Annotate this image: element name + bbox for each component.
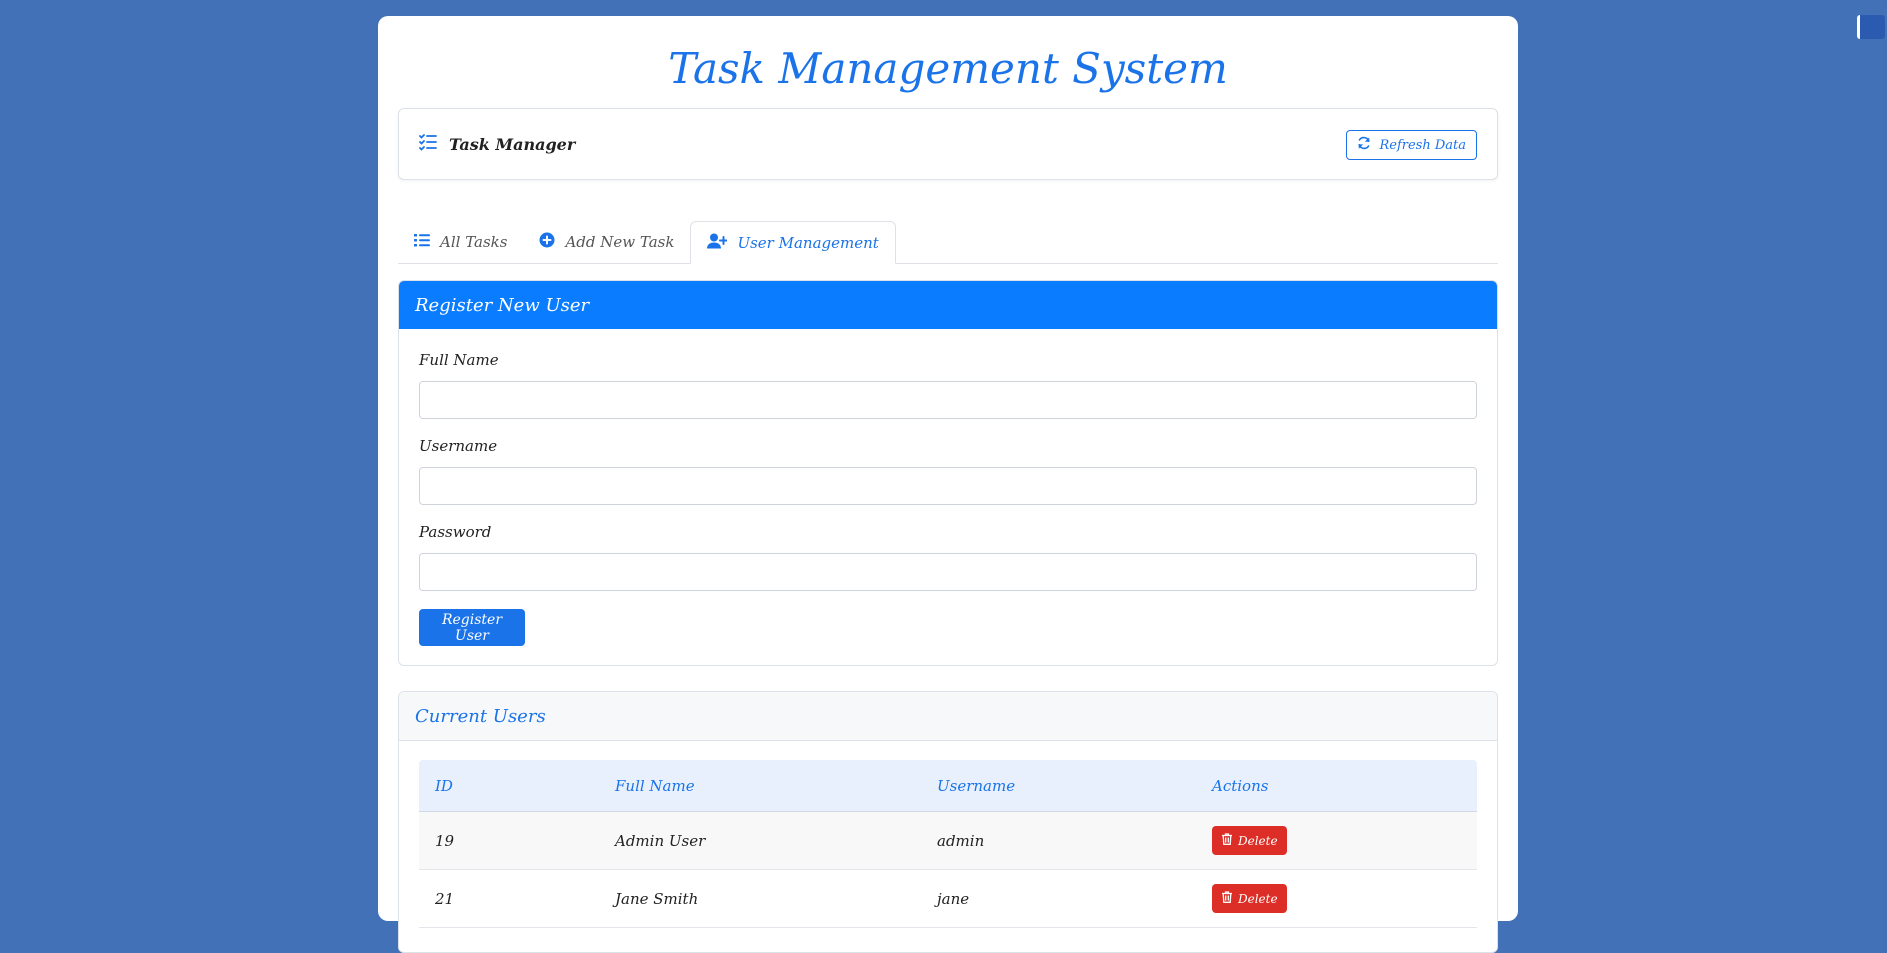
refresh-label: Refresh Data: [1379, 137, 1466, 153]
trash-icon: [1221, 891, 1233, 906]
trash-icon: [1221, 833, 1233, 848]
user-username-cell: jane: [921, 869, 1196, 928]
password-input[interactable]: [419, 553, 1477, 591]
navbar: Task Manager Refresh Data: [398, 108, 1498, 180]
page-title: Task Management System: [668, 44, 1228, 93]
user-full-name-cell: Jane Smith: [599, 869, 921, 928]
user-id-cell: 19: [419, 811, 599, 870]
tab-bar: All Tasks Add New Task User Management: [398, 206, 1498, 264]
tab-label: All Tasks: [440, 233, 508, 251]
register-user-button[interactable]: Register User: [419, 609, 525, 646]
navbar-brand[interactable]: Task Manager: [419, 133, 575, 155]
column-header-id: ID: [419, 760, 599, 812]
tasks-list-icon: [419, 133, 437, 155]
tab-label: User Management: [737, 233, 879, 252]
list-icon: [414, 232, 430, 252]
user-id-cell: 21: [419, 869, 599, 928]
main-card: Task Management System Task Manager Refr…: [378, 16, 1518, 953]
user-actions-cell: Delete: [1196, 869, 1477, 928]
table-row: 21 Jane Smith jane Delete: [419, 869, 1477, 928]
username-input[interactable]: [419, 467, 1477, 505]
current-users-card: Current Users ID Full Name Username Acti…: [398, 691, 1498, 953]
refresh-icon: [1357, 136, 1371, 154]
delete-label: Delete: [1238, 891, 1278, 906]
register-user-card: Register New User Full Name Username Pas…: [398, 280, 1498, 666]
table-header-row: ID Full Name Username Actions: [419, 760, 1477, 812]
username-label: Username: [419, 437, 498, 455]
delete-label: Delete: [1238, 833, 1278, 848]
refresh-data-button[interactable]: Refresh Data: [1346, 130, 1477, 160]
column-header-actions: Actions: [1196, 760, 1477, 812]
user-full-name-cell: Admin User: [599, 811, 921, 870]
delete-user-button[interactable]: Delete: [1212, 826, 1287, 855]
tab-label: Add New Task: [565, 233, 675, 251]
column-header-username: Username: [921, 760, 1196, 812]
table-row: 19 Admin User admin Delete: [419, 811, 1477, 870]
register-card-header: Register New User: [399, 281, 1497, 329]
column-header-full-name: Full Name: [599, 760, 921, 812]
user-plus-icon: [707, 233, 729, 253]
user-username-cell: admin: [921, 811, 1196, 870]
plus-circle-icon: [539, 232, 555, 252]
users-table: ID Full Name Username Actions 19 Admin U…: [419, 760, 1477, 928]
tab-all-tasks[interactable]: All Tasks: [398, 221, 523, 263]
password-label: Password: [419, 523, 492, 541]
user-actions-cell: Delete: [1196, 811, 1477, 870]
brand-label: Task Manager: [449, 134, 576, 154]
tab-user-management[interactable]: User Management: [690, 221, 896, 264]
full-name-label: Full Name: [419, 351, 499, 369]
tab-add-new-task[interactable]: Add New Task: [523, 221, 690, 263]
sidebar-toggle-button[interactable]: [1857, 15, 1885, 39]
full-name-input[interactable]: [419, 381, 1477, 419]
current-users-header: Current Users: [399, 692, 1497, 741]
